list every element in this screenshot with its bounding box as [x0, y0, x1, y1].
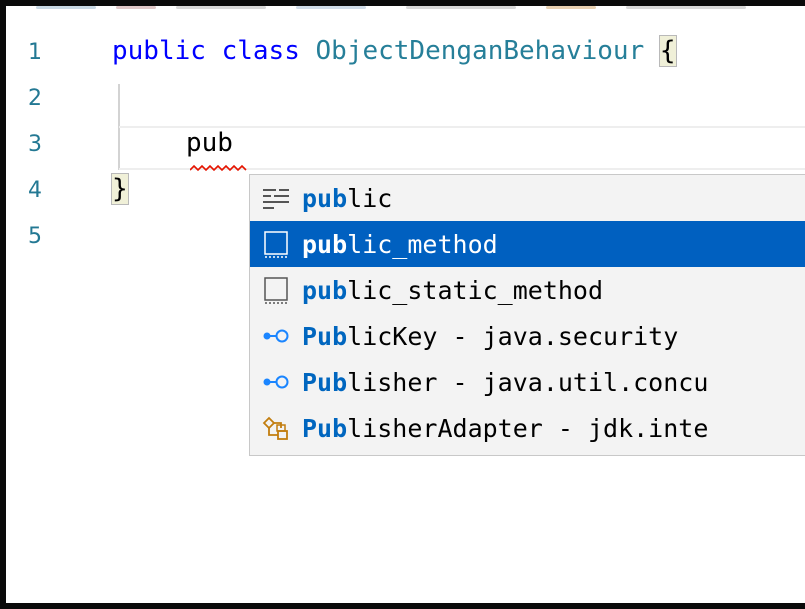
- suggestion-item-selected[interactable]: pub lic_method: [250, 221, 805, 267]
- snippet-icon: [258, 275, 294, 305]
- match-text: Pub: [302, 413, 348, 443]
- code-line-1[interactable]: public class ObjectDenganBehaviour {: [112, 35, 677, 67]
- suggestion-item[interactable]: pub lic: [250, 175, 805, 221]
- error-squiggle: [190, 164, 247, 172]
- typed-text: pub: [186, 128, 233, 158]
- class-icon: [258, 413, 294, 443]
- line-number: 5: [28, 224, 42, 249]
- class-name: ObjectDenganBehaviour: [315, 36, 645, 66]
- match-text: pub: [302, 229, 348, 259]
- match-text: pub: [302, 183, 348, 213]
- line-number: 2: [28, 86, 42, 111]
- match-text: Pub: [302, 367, 348, 397]
- line-number-gutter: 1 2 3 4 5: [6, 6, 96, 603]
- suggestion-label: lisher - java.util.concu: [347, 367, 709, 397]
- snippet-icon: [258, 229, 294, 259]
- keyword-class: class: [221, 36, 300, 66]
- suggestion-label: lic_method: [347, 229, 498, 259]
- match-text: Pub: [302, 321, 348, 351]
- suggestion-label: lic: [347, 183, 393, 213]
- suggestion-item[interactable]: Pub lisher - java.util.concu: [250, 359, 805, 405]
- close-brace: }: [111, 173, 129, 205]
- keyword-public: public: [112, 36, 206, 66]
- interface-icon: [258, 321, 294, 351]
- code-line-3[interactable]: pub: [186, 128, 233, 158]
- suggestion-label: lic_static_method: [347, 275, 604, 305]
- match-text: pub: [302, 275, 348, 305]
- suggestion-item[interactable]: pub lic_static_method: [250, 267, 805, 313]
- suggestion-item[interactable]: Pub licKey - java.security: [250, 313, 805, 359]
- code-line-4[interactable]: }: [111, 173, 129, 205]
- suggestion-label: lisherAdapter - jdk.inte: [347, 413, 709, 443]
- line-number: 4: [28, 178, 42, 203]
- suggestion-label: licKey - java.security: [347, 321, 679, 351]
- clipped-previous-line: [6, 6, 805, 20]
- line-number: 1: [28, 40, 42, 65]
- suggestion-widget[interactable]: pub lic pub lic_method pub lic_static_metho…: [249, 174, 805, 456]
- keyword-icon: [258, 183, 294, 213]
- code-editor[interactable]: 1 2 3 4 5 public class ObjectDenganBehav…: [0, 0, 805, 609]
- interface-icon: [258, 367, 294, 397]
- open-brace: {: [658, 35, 677, 67]
- suggestion-item[interactable]: Pub lisherAdapter - jdk.inte: [250, 405, 805, 451]
- line-number: 3: [28, 132, 42, 157]
